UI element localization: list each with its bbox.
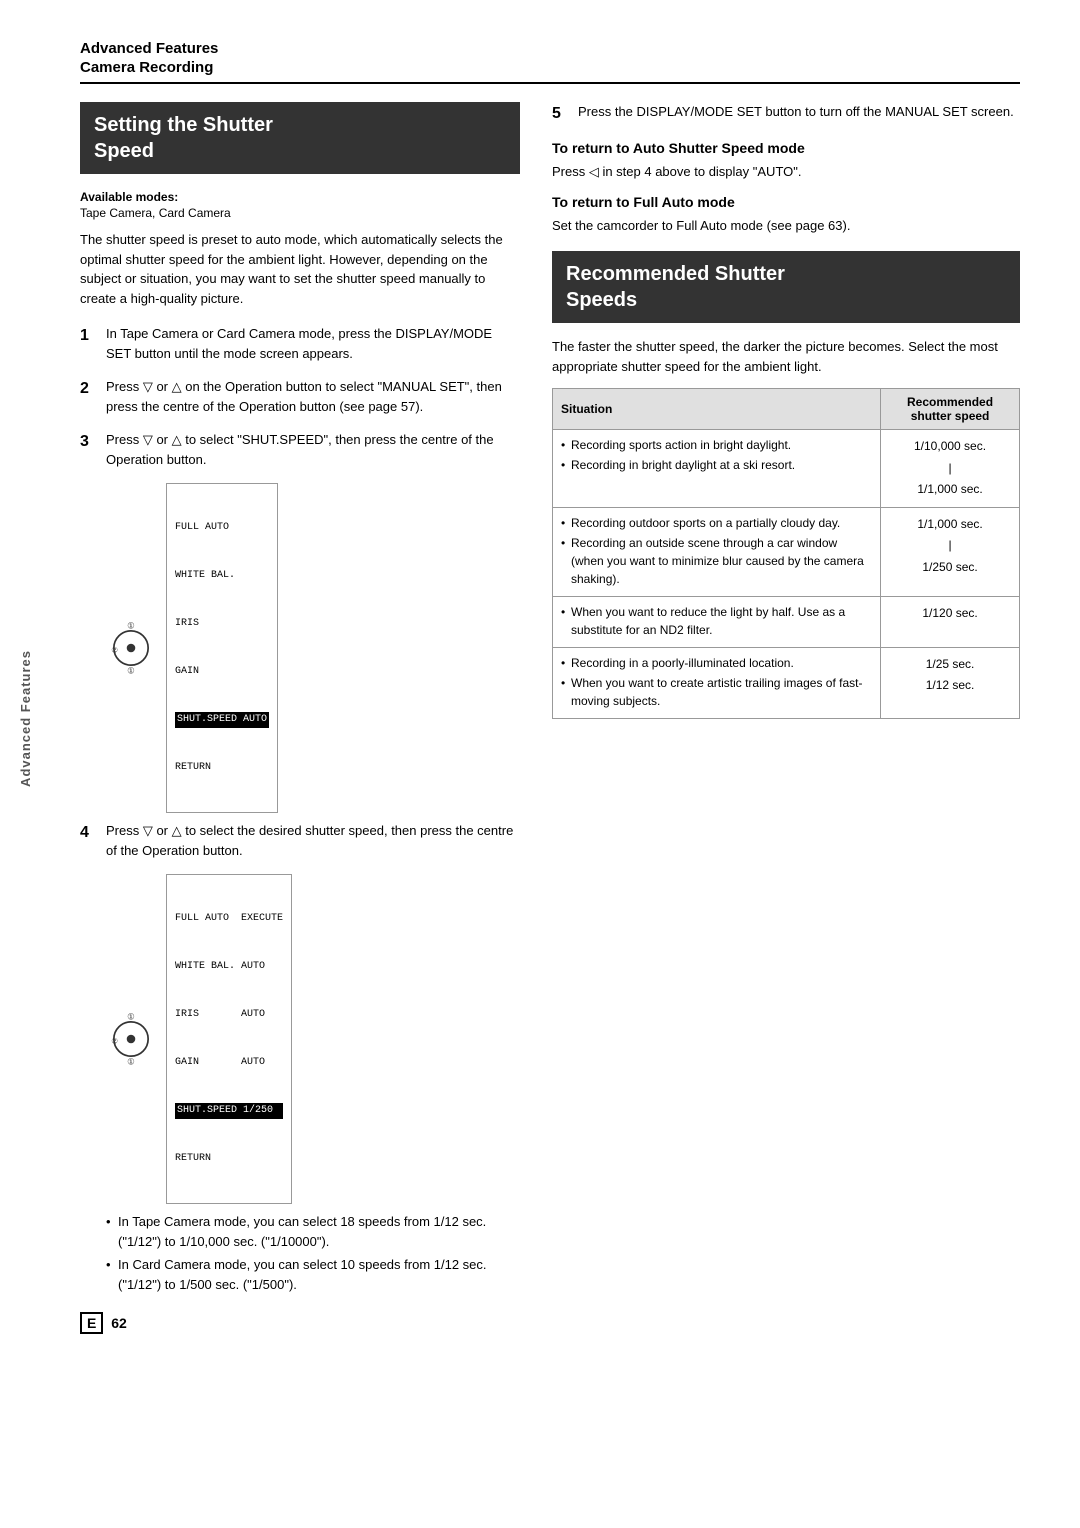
diagram-2-wrapper: ① ① ② FULL AUTO EXECUTE WHITE BAL. AUTO … xyxy=(106,874,520,1204)
header-rule xyxy=(80,82,1020,84)
page-number: E 62 xyxy=(80,1312,520,1334)
dial-icon-1: ① ① ② xyxy=(106,618,156,678)
bullet-item-1: In Tape Camera mode, you can select 18 s… xyxy=(106,1212,520,1251)
page-e: E xyxy=(80,1312,103,1334)
svg-text:①: ① xyxy=(127,666,135,676)
table-row-4-speed: 1/25 sec.1/12 sec. xyxy=(881,647,1020,718)
table-row-2-situation: Recording outdoor sports on a partially … xyxy=(553,507,881,596)
sub-text-2: Set the camcorder to Full Auto mode (see… xyxy=(552,216,1020,236)
table-row-4-situation: Recording in a poorly-illuminated locati… xyxy=(553,647,881,718)
menu-box-1: FULL AUTO WHITE BAL. IRIS GAIN SHUT.SPEE… xyxy=(166,483,278,813)
speed-table: Situation Recommended shutter speed Reco… xyxy=(552,388,1020,719)
table-row-1-speed: 1/10,000 sec.|1/1,000 sec. xyxy=(881,430,1020,508)
svg-text:①: ① xyxy=(127,620,135,630)
step-3-num: 3 xyxy=(80,430,98,469)
available-modes-value: Tape Camera, Card Camera xyxy=(80,206,231,220)
right-column: 5 Press the DISPLAY/MODE SET button to t… xyxy=(552,102,1020,1334)
category-line2: Camera Recording xyxy=(80,59,1020,76)
intro-text: The shutter speed is preset to auto mode… xyxy=(80,230,520,308)
left-column: Setting the Shutter Speed Available mode… xyxy=(80,102,520,1334)
svg-text:①: ① xyxy=(127,1011,135,1021)
sub-heading-2: To return to Full Auto mode xyxy=(552,194,1020,210)
diagram-1-wrapper: ① ① ② FULL AUTO WHITE BAL. IRIS GAIN SHU… xyxy=(106,483,520,813)
step-1-num: 1 xyxy=(80,324,98,363)
section-header: Advanced Features Camera Recording xyxy=(80,40,1020,84)
step-4: 4 Press ▽ or △ to select the desired shu… xyxy=(80,821,520,860)
step-5-num: 5 xyxy=(552,102,570,126)
rec-title-box: Recommended Shutter Speeds xyxy=(552,251,1020,323)
available-modes: Available modes: Tape Camera, Card Camer… xyxy=(80,188,520,220)
table-header-situation: Situation xyxy=(553,389,881,430)
table-row-1: Recording sports action in bright daylig… xyxy=(553,430,1020,508)
step-1: 1 In Tape Camera or Card Camera mode, pr… xyxy=(80,324,520,363)
title-box: Setting the Shutter Speed xyxy=(80,102,520,174)
category-line1: Advanced Features xyxy=(80,40,1020,57)
step-4-num: 4 xyxy=(80,821,98,860)
step-2-text: Press ▽ or △ on the Operation button to … xyxy=(106,377,520,416)
section-title: Setting the Shutter Speed xyxy=(94,112,506,164)
table-header-speed: Recommended shutter speed xyxy=(881,389,1020,430)
svg-text:②: ② xyxy=(111,1036,118,1045)
table-row-2-speed: 1/1,000 sec.|1/250 sec. xyxy=(881,507,1020,596)
sub-heading-1: To return to Auto Shutter Speed mode xyxy=(552,140,1020,156)
step-2: 2 Press ▽ or △ on the Operation button t… xyxy=(80,377,520,416)
sidebar-label: Advanced Features xyxy=(18,650,33,787)
step-2-num: 2 xyxy=(80,377,98,416)
rec-intro: The faster the shutter speed, the darker… xyxy=(552,337,1020,376)
table-row-3-speed: 1/120 sec. xyxy=(881,596,1020,647)
menu-box-2: FULL AUTO EXECUTE WHITE BAL. AUTO IRIS A… xyxy=(166,874,292,1204)
step-5-text: Press the DISPLAY/MODE SET button to tur… xyxy=(578,102,1020,126)
page-num-text: 62 xyxy=(111,1315,127,1331)
two-col-layout: Setting the Shutter Speed Available mode… xyxy=(80,102,1020,1334)
svg-text:②: ② xyxy=(111,645,118,654)
bullet-item-2: In Card Camera mode, you can select 10 s… xyxy=(106,1255,520,1294)
rec-section-title: Recommended Shutter Speeds xyxy=(566,261,1006,313)
table-row-3-situation: When you want to reduce the light by hal… xyxy=(553,596,881,647)
table-row-1-situation: Recording sports action in bright daylig… xyxy=(553,430,881,508)
bullet-list: In Tape Camera mode, you can select 18 s… xyxy=(106,1212,520,1294)
svg-text:①: ① xyxy=(127,1057,135,1067)
step-4-text: Press ▽ or △ to select the desired shutt… xyxy=(106,821,520,860)
table-row-3: When you want to reduce the light by hal… xyxy=(553,596,1020,647)
table-row-4: Recording in a poorly-illuminated locati… xyxy=(553,647,1020,718)
dial-icon-2: ① ① ② xyxy=(106,1009,156,1069)
sub-text-1: Press ◁ in step 4 above to display "AUTO… xyxy=(552,162,1020,182)
step-1-text: In Tape Camera or Card Camera mode, pres… xyxy=(106,324,520,363)
step-3-text: Press ▽ or △ to select "SHUT.SPEED", the… xyxy=(106,430,520,469)
available-modes-label: Available modes: xyxy=(80,190,178,204)
step-5: 5 Press the DISPLAY/MODE SET button to t… xyxy=(552,102,1020,126)
table-row-2: Recording outdoor sports on a partially … xyxy=(553,507,1020,596)
page-container: Advanced Features Advanced Features Came… xyxy=(0,0,1080,1528)
step-3: 3 Press ▽ or △ to select "SHUT.SPEED", t… xyxy=(80,430,520,469)
